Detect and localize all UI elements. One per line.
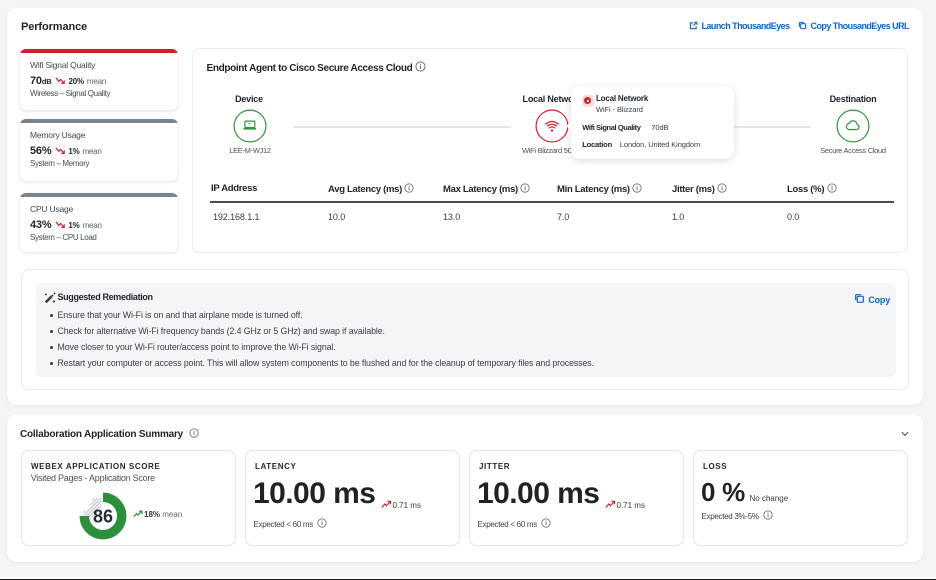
svg-text:86: 86: [93, 507, 113, 527]
